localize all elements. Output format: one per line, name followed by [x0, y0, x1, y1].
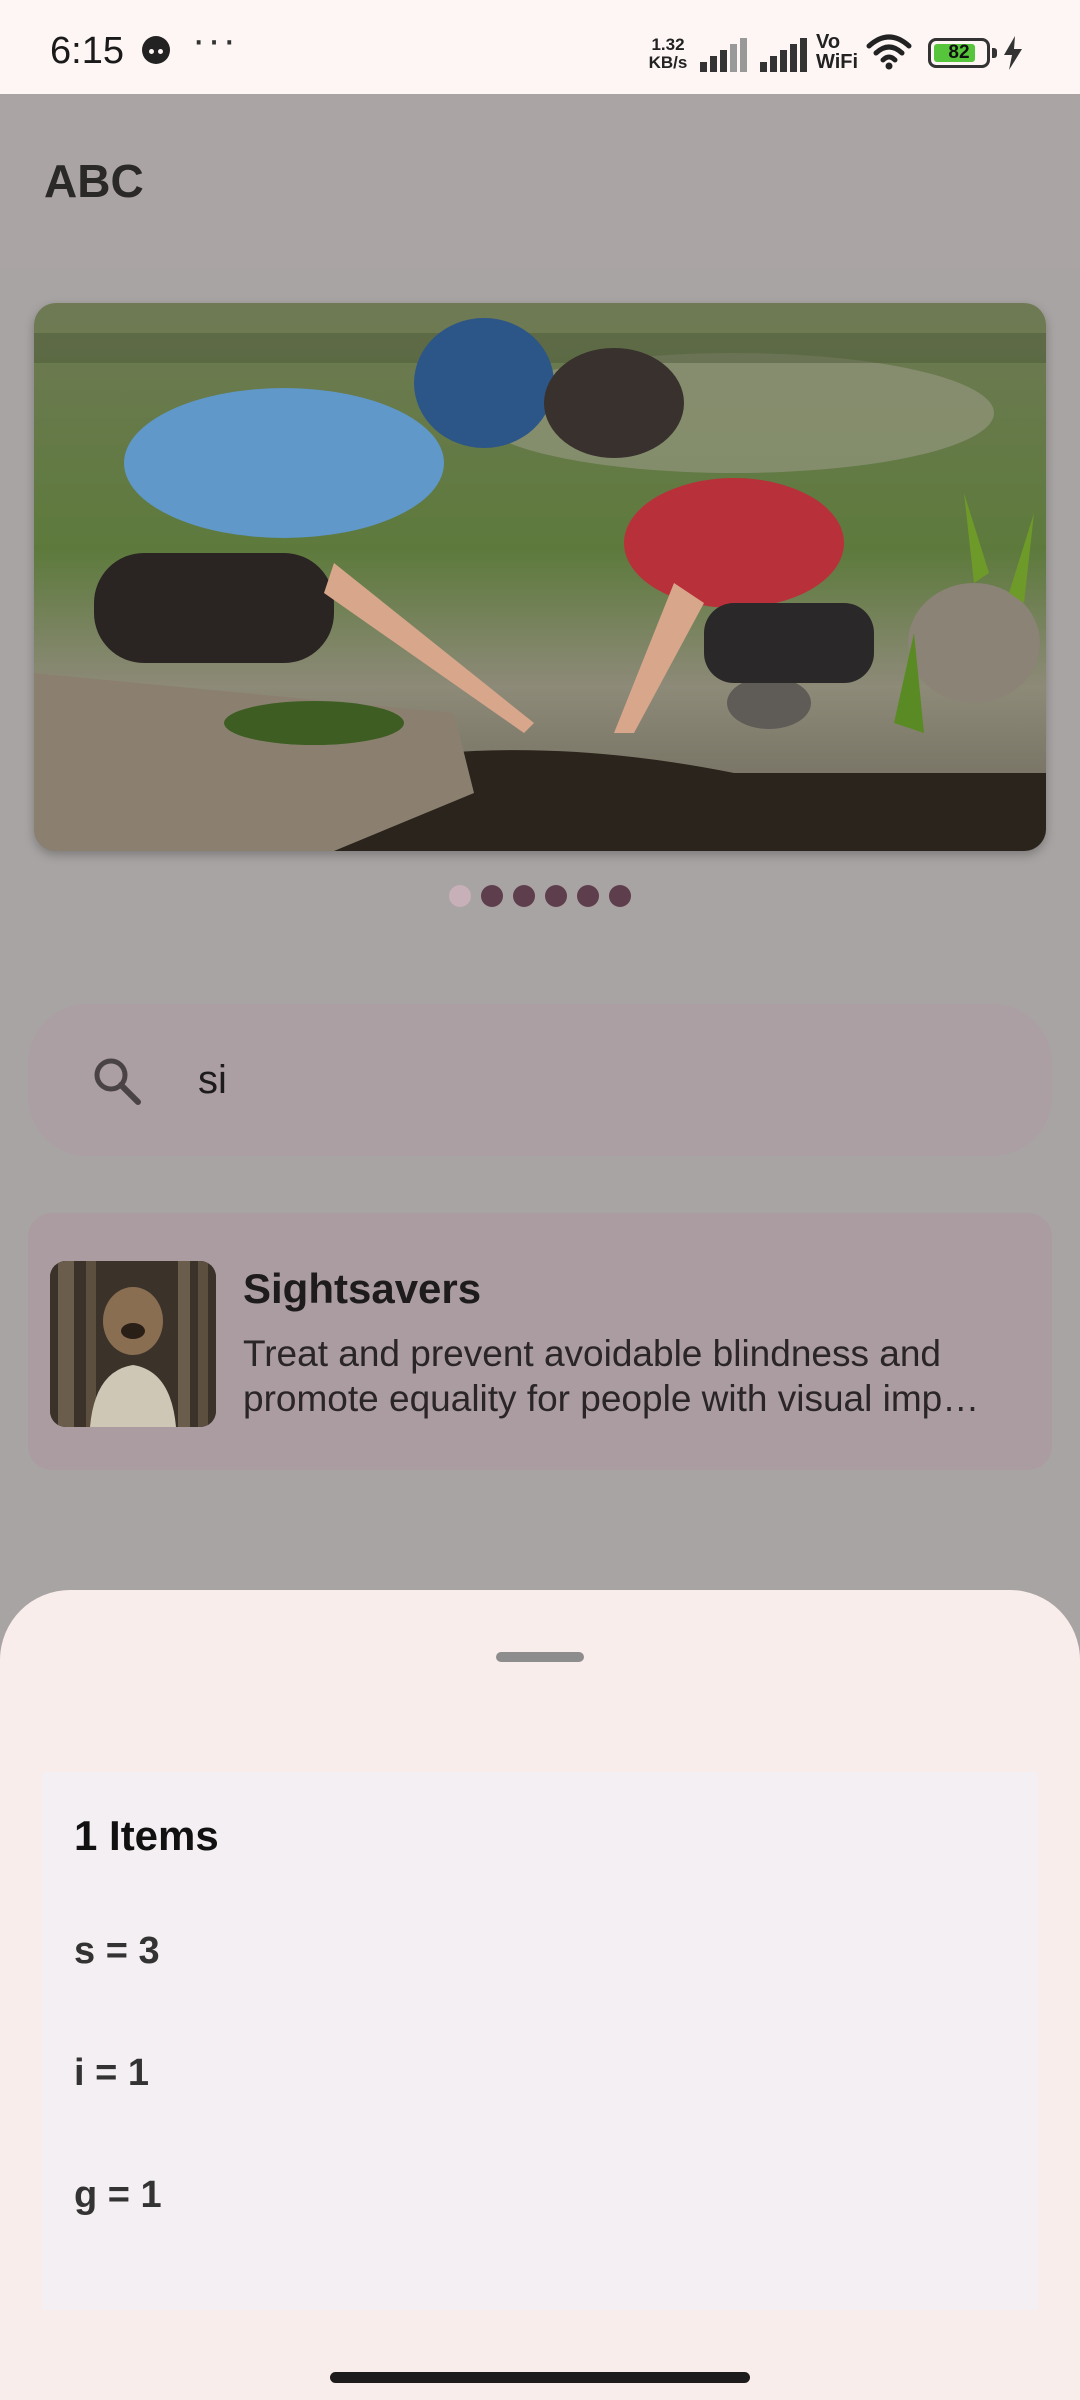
- carousel-indicator: [0, 885, 1080, 911]
- signal-icon: [760, 36, 810, 72]
- carousel-dot[interactable]: [481, 885, 503, 907]
- bottom-sheet[interactable]: 1 Items s = 3 i = 1 g = 1: [0, 1590, 1080, 2400]
- network-speed-unit: KB/s: [648, 53, 688, 72]
- network-speed-value: 1.32: [651, 35, 685, 54]
- app-title: ABC: [44, 155, 144, 207]
- status-bar: 6:15 ··· 1.32 KB/s Vo WiFi 82: [0, 0, 1080, 94]
- drag-handle[interactable]: [496, 1652, 584, 1662]
- battery-level: 82: [948, 42, 970, 63]
- gesture-navigation-bar[interactable]: [330, 2372, 750, 2383]
- result-thumbnail: [50, 1261, 216, 1427]
- search-bar[interactable]: [28, 1004, 1052, 1156]
- result-title: Sightsavers: [243, 1265, 482, 1312]
- vo-label: Vo: [816, 31, 841, 53]
- status-time: 6:15: [50, 30, 124, 72]
- letter-count-item: g = 1: [74, 2174, 162, 2216]
- signal-icon: [700, 36, 750, 72]
- carousel-dot[interactable]: [577, 885, 599, 907]
- app-bar: ABC: [0, 94, 1080, 268]
- letter-count-item: i = 1: [74, 2052, 149, 2094]
- kids-playing-photo: [34, 303, 1046, 851]
- carousel-image[interactable]: [34, 303, 1046, 851]
- battery-cap: [992, 48, 997, 58]
- letter-count-item: s = 3: [74, 1930, 160, 1972]
- charging-icon: [1004, 36, 1022, 70]
- result-card[interactable]: Sightsavers Treat and prevent avoidable …: [28, 1213, 1052, 1470]
- more-icon: ···: [192, 18, 238, 62]
- carousel-dot[interactable]: [449, 885, 471, 907]
- child-photo-thumbnail: [50, 1261, 216, 1427]
- carousel-dot[interactable]: [609, 885, 631, 907]
- network-speed: 1.32 KB/s: [646, 36, 690, 72]
- result-description: Treat and prevent avoidable blindness an…: [243, 1333, 980, 1419]
- battery-icon: 82: [928, 38, 990, 68]
- carousel-dot[interactable]: [545, 885, 567, 907]
- search-icon[interactable]: [90, 1054, 144, 1108]
- vowifi-icon: Vo WiFi: [816, 32, 858, 72]
- search-input[interactable]: [198, 1048, 998, 1112]
- items-count: 1 Items: [74, 1812, 219, 1859]
- carousel-dot[interactable]: [513, 885, 535, 907]
- face-icon: [142, 36, 170, 64]
- wifi-icon: [866, 34, 912, 70]
- wifi-label: WiFi: [816, 51, 859, 73]
- letter-count-card: 1 Items s = 3 i = 1 g = 1: [42, 1772, 1038, 2310]
